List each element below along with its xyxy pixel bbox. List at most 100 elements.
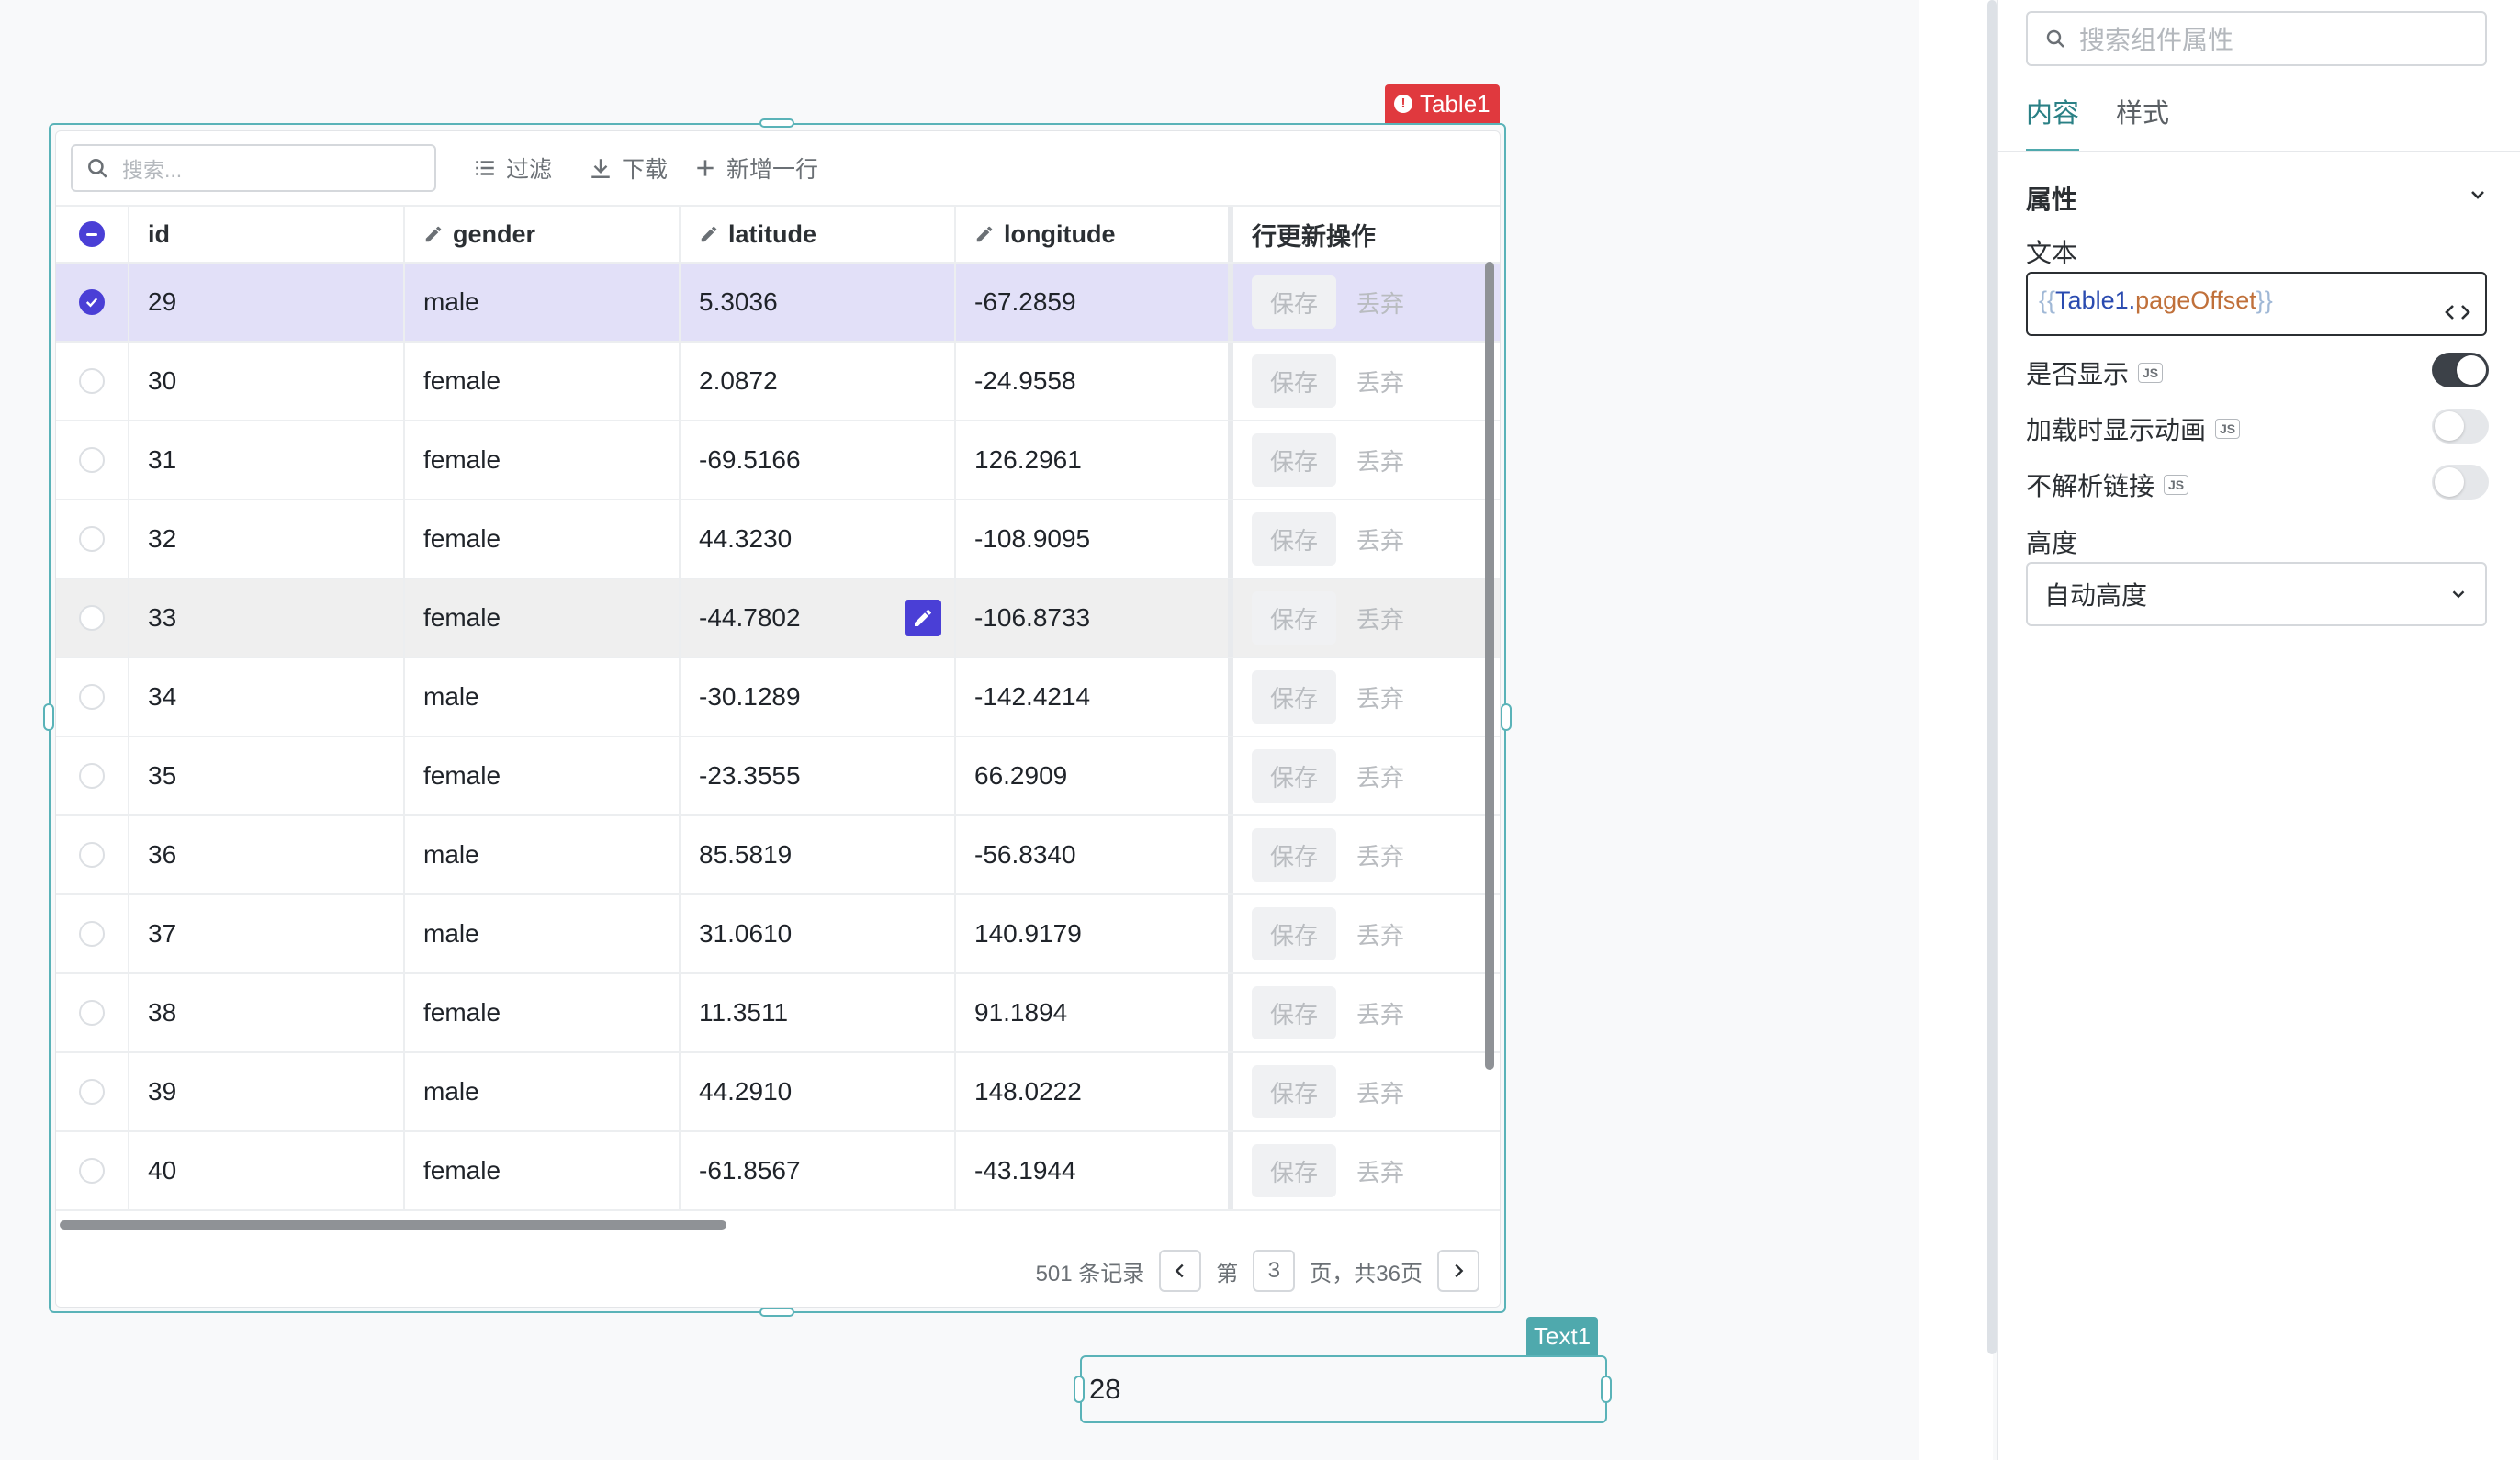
table-row[interactable]: 30 female 2.0872 -24.9558 保存 丢弃	[56, 343, 1500, 421]
row-checkbox[interactable]	[79, 763, 105, 789]
prev-page-button[interactable]	[1159, 1250, 1202, 1292]
table-vertical-scrollbar[interactable]	[1485, 262, 1494, 1070]
row-checkbox[interactable]	[79, 921, 105, 947]
table-row[interactable]: 33 female -44.7802 -106.8733 保存 丢弃	[56, 579, 1500, 658]
cell-latitude[interactable]: 5.3036	[681, 264, 956, 341]
cell-gender[interactable]: female	[405, 421, 681, 499]
cell-longitude[interactable]: -43.1944	[956, 1132, 1233, 1209]
save-row-button[interactable]: 保存	[1252, 1144, 1337, 1197]
cell-gender[interactable]: female	[405, 974, 681, 1051]
row-checkbox[interactable]	[79, 842, 105, 868]
table-row[interactable]: 39 male 44.2910 148.0222 保存 丢弃	[56, 1053, 1500, 1132]
tab-content[interactable]: 内容	[2026, 92, 2080, 152]
resize-handle-bottom[interactable]	[759, 1308, 794, 1317]
row-checkbox[interactable]	[79, 368, 105, 394]
table-component-tag[interactable]: ! Table1	[1385, 84, 1500, 123]
cell-gender[interactable]: female	[405, 1132, 681, 1209]
cell-longitude[interactable]: 140.9179	[956, 895, 1233, 972]
cell-id[interactable]: 36	[129, 816, 405, 893]
js-badge[interactable]: JS	[2138, 363, 2164, 383]
cell-latitude[interactable]: 2.0872	[681, 343, 956, 420]
save-row-button[interactable]: 保存	[1252, 1065, 1337, 1118]
download-button[interactable]: 下载	[589, 152, 668, 185]
cell-id[interactable]: 40	[129, 1132, 405, 1209]
canvas-scrollbar[interactable]	[1987, 0, 1997, 1354]
cell-longitude[interactable]: 66.2909	[956, 737, 1233, 814]
loading-animation-toggle[interactable]	[2432, 409, 2489, 444]
cell-gender[interactable]: male	[405, 816, 681, 893]
row-checkbox[interactable]	[79, 1158, 105, 1184]
row-checkbox[interactable]	[79, 447, 105, 473]
table-row[interactable]: 40 female -61.8567 -43.1944 保存 丢弃	[56, 1132, 1500, 1211]
discard-row-button[interactable]: 丢弃	[1356, 444, 1404, 477]
filter-button[interactable]: 过滤	[473, 152, 552, 185]
cell-longitude[interactable]: 91.1894	[956, 974, 1233, 1051]
cell-gender[interactable]: male	[405, 1053, 681, 1130]
edit-cell-button[interactable]	[905, 600, 941, 636]
cell-latitude[interactable]: 11.3511	[681, 974, 956, 1051]
column-header-longitude[interactable]: longitude	[956, 207, 1233, 262]
column-header-latitude[interactable]: latitude	[681, 207, 956, 262]
resize-handle-right[interactable]	[1501, 703, 1512, 731]
cell-gender[interactable]: female	[405, 737, 681, 814]
text-resize-handle-right[interactable]	[1601, 1376, 1612, 1403]
discard-row-button[interactable]: 丢弃	[1356, 365, 1404, 399]
discard-row-button[interactable]: 丢弃	[1356, 1075, 1404, 1109]
section-title-properties[interactable]: 属性	[2026, 180, 2077, 217]
cell-id[interactable]: 34	[129, 658, 405, 736]
cell-longitude[interactable]: -142.4214	[956, 658, 1233, 736]
table-search-input[interactable]: 搜索...	[71, 144, 436, 192]
cell-longitude[interactable]: -67.2859	[956, 264, 1233, 341]
text-resize-handle-left[interactable]	[1074, 1376, 1085, 1403]
cell-longitude[interactable]: -108.9095	[956, 500, 1233, 578]
save-row-button[interactable]: 保存	[1252, 275, 1337, 329]
discard-row-button[interactable]: 丢弃	[1356, 601, 1404, 635]
cell-longitude[interactable]: -106.8733	[956, 579, 1233, 657]
code-icon[interactable]	[2443, 301, 2472, 323]
column-header-id[interactable]: id	[129, 207, 405, 262]
table-row[interactable]: 32 female 44.3230 -108.9095 保存 丢弃	[56, 500, 1500, 579]
cell-latitude[interactable]: 44.3230	[681, 500, 956, 578]
cell-latitude[interactable]: -44.7802	[681, 579, 956, 657]
table-row[interactable]: 37 male 31.0610 140.9179 保存 丢弃	[56, 895, 1500, 974]
cell-latitude[interactable]: -23.3555	[681, 737, 956, 814]
row-checkbox[interactable]	[79, 289, 105, 315]
table-row[interactable]: 36 male 85.5819 -56.8340 保存 丢弃	[56, 816, 1500, 895]
discard-row-button[interactable]: 丢弃	[1356, 1154, 1404, 1188]
cell-id[interactable]: 30	[129, 343, 405, 420]
resize-handle-top[interactable]	[759, 118, 794, 128]
chevron-down-icon[interactable]	[2467, 184, 2489, 206]
save-row-button[interactable]: 保存	[1252, 828, 1337, 882]
save-row-button[interactable]: 保存	[1252, 986, 1337, 1039]
js-badge[interactable]: JS	[2164, 475, 2189, 495]
cell-id[interactable]: 33	[129, 579, 405, 657]
property-search-input[interactable]: 搜索组件属性	[2026, 11, 2487, 66]
discard-row-button[interactable]: 丢弃	[1356, 522, 1404, 556]
cell-gender[interactable]: male	[405, 264, 681, 341]
cell-latitude[interactable]: -30.1289	[681, 658, 956, 736]
cell-gender[interactable]: male	[405, 895, 681, 972]
table-row[interactable]: 29 male 5.3036 -67.2859 保存 丢弃	[56, 264, 1500, 343]
save-row-button[interactable]: 保存	[1252, 907, 1337, 960]
select-all-checkbox[interactable]	[79, 221, 105, 247]
discard-row-button[interactable]: 丢弃	[1356, 838, 1404, 872]
table-row[interactable]: 31 female -69.5166 126.2961 保存 丢弃	[56, 421, 1500, 500]
cell-longitude[interactable]: 126.2961	[956, 421, 1233, 499]
cell-longitude[interactable]: -56.8340	[956, 816, 1233, 893]
text-component[interactable]: 28	[1080, 1355, 1607, 1423]
row-checkbox[interactable]	[79, 684, 105, 710]
discard-row-button[interactable]: 丢弃	[1356, 917, 1404, 951]
row-checkbox[interactable]	[79, 526, 105, 552]
add-row-button[interactable]: 新增一行	[693, 152, 818, 185]
save-row-button[interactable]: 保存	[1252, 749, 1337, 803]
cell-latitude[interactable]: -61.8567	[681, 1132, 956, 1209]
text-binding-editor[interactable]: {{Table1.pageOffset}}	[2026, 272, 2487, 336]
discard-row-button[interactable]: 丢弃	[1356, 759, 1404, 793]
table-row[interactable]: 34 male -30.1289 -142.4214 保存 丢弃	[56, 658, 1500, 737]
cell-latitude[interactable]: 44.2910	[681, 1053, 956, 1130]
cell-id[interactable]: 31	[129, 421, 405, 499]
cell-id[interactable]: 32	[129, 500, 405, 578]
page-number-input[interactable]: 3	[1253, 1250, 1296, 1292]
discard-row-button[interactable]: 丢弃	[1356, 680, 1404, 714]
js-badge[interactable]: JS	[2215, 419, 2241, 439]
